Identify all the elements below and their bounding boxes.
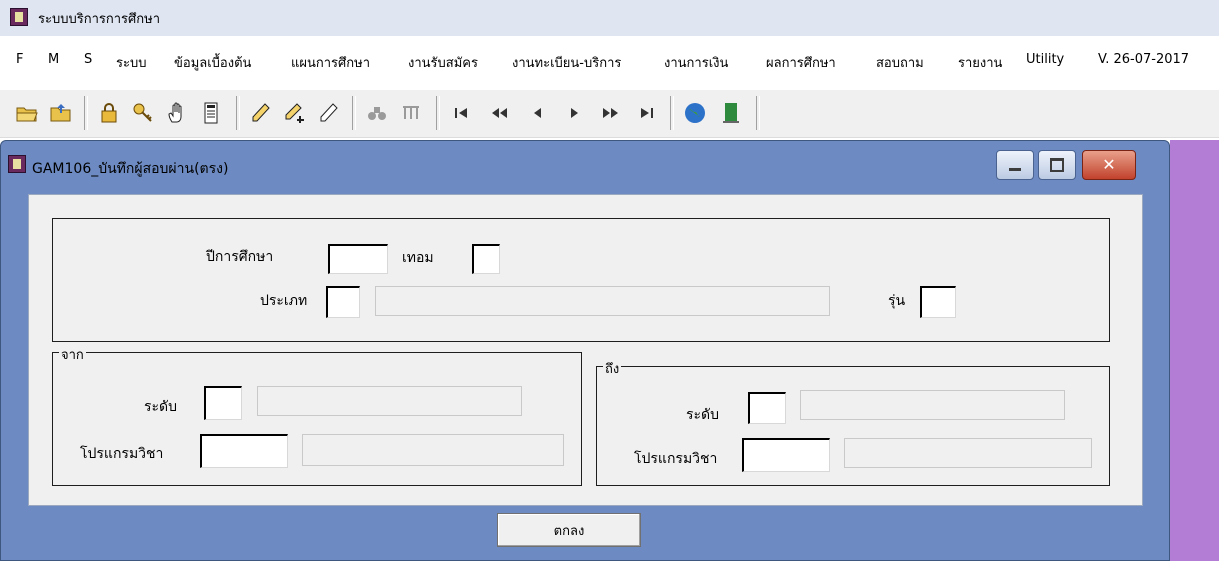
minimize-icon (1009, 167, 1021, 171)
from-level-code-input[interactable] (204, 386, 242, 420)
app-title: ระบบบริการการศึกษา (38, 12, 161, 27)
previous-icon[interactable] (522, 98, 552, 128)
type-name-display (375, 286, 830, 316)
background-panel (1170, 140, 1219, 561)
filter-group (52, 218, 1110, 342)
menu-inquiry[interactable]: สอบถาม (876, 52, 924, 73)
toolbar-separator (352, 96, 356, 130)
menu-report[interactable]: รายงาน (958, 52, 1002, 73)
toolbar (0, 90, 1219, 138)
rewind-icon[interactable] (484, 98, 514, 128)
binoculars-icon[interactable] (362, 98, 392, 128)
close-icon: ✕ (1102, 155, 1116, 174)
ok-button[interactable]: ตกลง (497, 513, 641, 547)
upload-folder-icon[interactable] (46, 98, 76, 128)
to-level-code-input[interactable] (748, 392, 786, 424)
term-input[interactable] (472, 244, 500, 274)
menu-results[interactable]: ผลการศึกษา (766, 52, 836, 73)
menu-system[interactable]: ระบบ (116, 52, 146, 73)
batch-label: รุ่น (888, 293, 906, 309)
term-label: เทอม (402, 250, 434, 266)
open-folder-icon[interactable] (12, 98, 42, 128)
minimize-button[interactable] (996, 150, 1034, 180)
batch-input[interactable] (920, 286, 956, 318)
from-level-name-display (257, 386, 522, 416)
from-legend: จาก (59, 344, 86, 365)
menu-finance[interactable]: งานการเงิน (664, 52, 728, 73)
app-title-bar (0, 0, 1219, 36)
version-label: V. 26-07-2017 (1098, 52, 1190, 67)
toolbar-separator (436, 96, 440, 130)
exit-door-icon[interactable] (716, 98, 746, 128)
to-level-label: ระดับ (686, 407, 720, 423)
window-title: GAM106_บันทึกผู้สอบผ่าน(ตรง) (32, 161, 229, 177)
menu-m[interactable]: M (48, 52, 59, 67)
academic-year-input[interactable] (328, 244, 388, 274)
hand-icon[interactable] (162, 98, 192, 128)
from-level-label: ระดับ (144, 399, 178, 415)
filter-icon[interactable] (396, 98, 426, 128)
menu-admission[interactable]: งานรับสมัคร (408, 52, 478, 73)
window-icon (8, 155, 26, 173)
toolbar-separator (84, 96, 88, 130)
from-program-code-input[interactable] (200, 434, 288, 468)
next-icon[interactable] (560, 98, 590, 128)
menu-s[interactable]: S (84, 52, 92, 67)
menu-utility[interactable]: Utility (1026, 52, 1064, 67)
menu-registration[interactable]: งานทะเบียน-บริการ (512, 52, 621, 73)
globe-icon[interactable] (680, 98, 710, 128)
menu-f[interactable]: F (16, 52, 23, 67)
maximize-icon (1050, 158, 1064, 172)
lock-icon[interactable] (94, 98, 124, 128)
app-icon (10, 8, 28, 26)
menu-bar: F M S ระบบ ข้อมูลเบื้องต้น แผนการศึกษา ง… (0, 44, 1219, 78)
menu-basic-data[interactable]: ข้อมูลเบื้องต้น (174, 52, 251, 73)
toolbar-separator (756, 96, 760, 130)
pencil-icon[interactable] (246, 98, 276, 128)
to-program-label: โปรแกรมวิชา (634, 451, 718, 467)
pencil-edit-icon[interactable] (314, 98, 344, 128)
pencil-add-icon[interactable] (280, 98, 310, 128)
close-button[interactable]: ✕ (1082, 150, 1136, 180)
from-program-label: โปรแกรมวิชา (80, 446, 164, 462)
to-program-code-input[interactable] (742, 438, 830, 472)
document-icon[interactable] (196, 98, 226, 128)
menu-study-plan[interactable]: แผนการศึกษา (291, 52, 370, 73)
keys-icon[interactable] (128, 98, 158, 128)
toolbar-separator (670, 96, 674, 130)
from-program-name-display (302, 434, 564, 466)
to-program-name-display (844, 438, 1092, 468)
type-label: ประเภท (260, 293, 308, 309)
type-code-input[interactable] (326, 286, 360, 318)
to-legend: ถึง (603, 358, 622, 379)
maximize-button[interactable] (1038, 150, 1076, 180)
academic-year-label: ปีการศึกษา (206, 249, 274, 265)
fast-forward-icon[interactable] (596, 98, 626, 128)
to-level-name-display (800, 390, 1065, 420)
toolbar-separator (236, 96, 240, 130)
last-record-icon[interactable] (632, 98, 662, 128)
first-record-icon[interactable] (446, 98, 476, 128)
